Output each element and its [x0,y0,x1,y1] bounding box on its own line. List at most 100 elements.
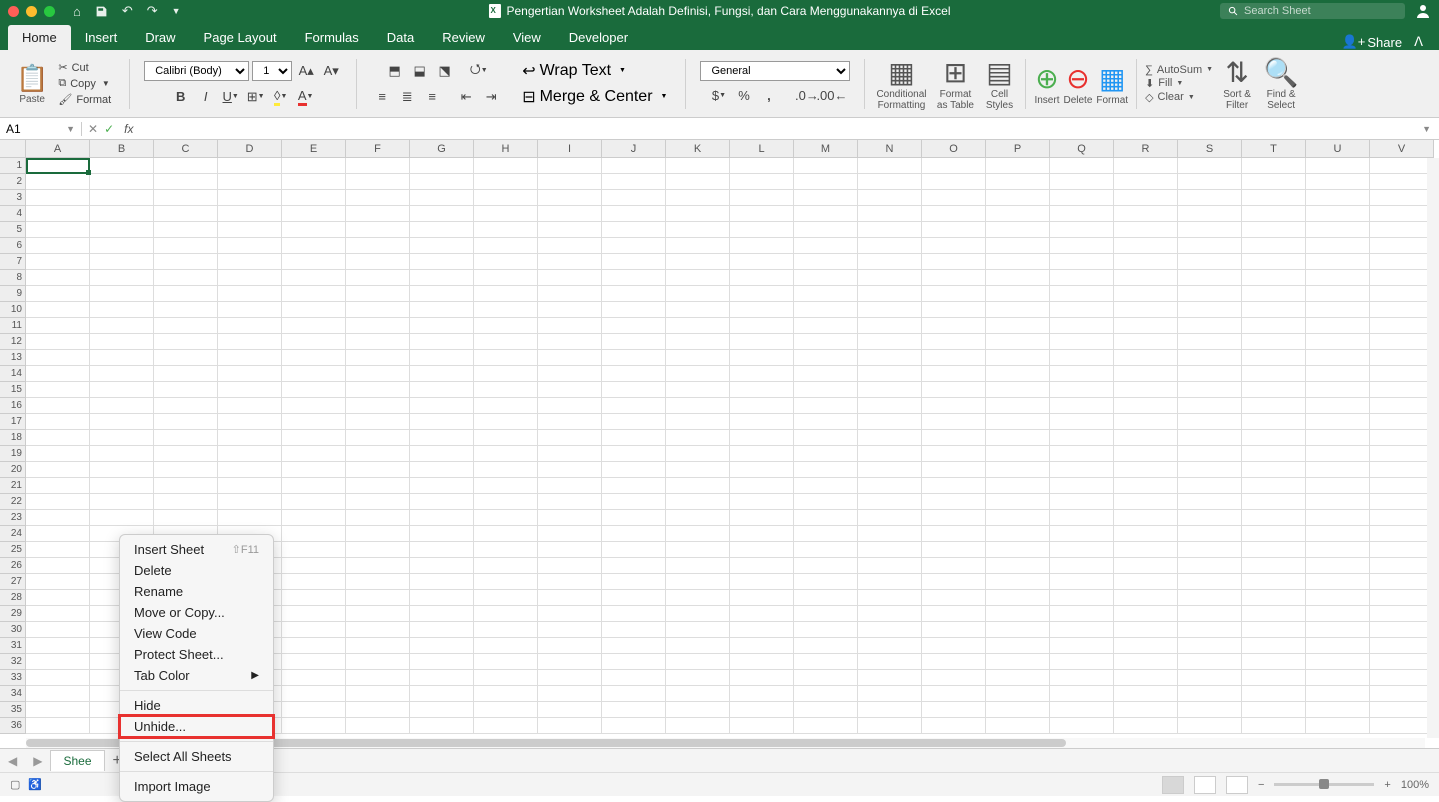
cell[interactable] [1114,190,1178,206]
column-header[interactable]: P [986,140,1050,158]
row-header[interactable]: 23 [0,510,26,526]
cell[interactable] [1178,478,1242,494]
cell[interactable] [1178,686,1242,702]
cell[interactable] [1178,494,1242,510]
cell[interactable] [90,190,154,206]
cell[interactable] [1370,222,1434,238]
cell[interactable] [346,478,410,494]
cell[interactable] [922,206,986,222]
cell[interactable] [538,318,602,334]
cell[interactable] [794,638,858,654]
cell[interactable] [410,718,474,734]
cell[interactable] [1050,494,1114,510]
cell[interactable] [538,478,602,494]
cell[interactable] [730,558,794,574]
cell[interactable] [794,654,858,670]
row-header[interactable]: 11 [0,318,26,334]
cell[interactable] [282,686,346,702]
cell[interactable] [90,270,154,286]
cell[interactable] [1050,526,1114,542]
accept-formula-icon[interactable]: ✓ [104,122,114,136]
cell[interactable] [1114,670,1178,686]
cell[interactable] [1050,606,1114,622]
cell[interactable] [1306,318,1370,334]
cell[interactable] [602,606,666,622]
cell[interactable] [1370,414,1434,430]
cell[interactable] [1242,462,1306,478]
cell[interactable] [986,286,1050,302]
cell[interactable] [602,174,666,190]
cell[interactable] [858,174,922,190]
cell[interactable] [730,158,794,174]
cell[interactable] [794,350,858,366]
cell[interactable] [282,382,346,398]
cell[interactable] [858,382,922,398]
cell[interactable] [218,350,282,366]
cell[interactable] [986,446,1050,462]
cell[interactable] [1050,478,1114,494]
cell[interactable] [410,254,474,270]
cell[interactable] [474,334,538,350]
cell[interactable] [1178,334,1242,350]
cell[interactable] [410,542,474,558]
cell[interactable] [1370,494,1434,510]
cell[interactable] [986,622,1050,638]
cell[interactable] [474,366,538,382]
cell[interactable] [282,270,346,286]
cell[interactable] [1306,222,1370,238]
cell[interactable] [986,670,1050,686]
cell[interactable] [730,254,794,270]
row-header[interactable]: 26 [0,558,26,574]
cell[interactable] [474,606,538,622]
cell[interactable] [986,702,1050,718]
cell[interactable] [1242,526,1306,542]
row-header[interactable]: 30 [0,622,26,638]
cell[interactable] [730,718,794,734]
cell[interactable] [474,446,538,462]
cell[interactable] [1306,654,1370,670]
cell[interactable] [794,686,858,702]
cell[interactable] [154,174,218,190]
cell[interactable] [922,622,986,638]
cell[interactable] [218,238,282,254]
cell[interactable] [794,478,858,494]
cell[interactable] [1178,398,1242,414]
cell[interactable] [1050,590,1114,606]
column-header[interactable]: S [1178,140,1242,158]
select-all-corner[interactable] [0,140,26,158]
font-name-select[interactable]: Calibri (Body) [144,61,249,81]
menu-import-image[interactable]: Import Image [120,776,273,797]
cell[interactable] [1114,702,1178,718]
cell[interactable] [794,590,858,606]
cell[interactable] [282,478,346,494]
cell[interactable] [90,494,154,510]
cell[interactable] [346,446,410,462]
cell[interactable] [922,606,986,622]
cell[interactable] [538,206,602,222]
cell[interactable] [282,206,346,222]
row-header[interactable]: 31 [0,638,26,654]
cell[interactable] [666,174,730,190]
cell[interactable] [1178,302,1242,318]
cell[interactable] [346,542,410,558]
fx-label[interactable]: fx [120,122,137,136]
cell[interactable] [1370,590,1434,606]
copy-button[interactable]: ⧉Copy▼ [54,76,115,91]
cell[interactable] [218,158,282,174]
cell[interactable] [1306,702,1370,718]
cell[interactable] [602,270,666,286]
cell[interactable] [794,366,858,382]
cell[interactable] [666,238,730,254]
cell[interactable] [90,238,154,254]
cell[interactable] [538,334,602,350]
cell[interactable] [218,190,282,206]
row-header[interactable]: 3 [0,190,26,206]
column-header[interactable]: C [154,140,218,158]
cell[interactable] [730,318,794,334]
cell[interactable] [1306,350,1370,366]
cell[interactable] [666,190,730,206]
cell[interactable] [90,430,154,446]
cell[interactable] [1370,286,1434,302]
cell[interactable] [1242,430,1306,446]
cell[interactable] [1306,510,1370,526]
